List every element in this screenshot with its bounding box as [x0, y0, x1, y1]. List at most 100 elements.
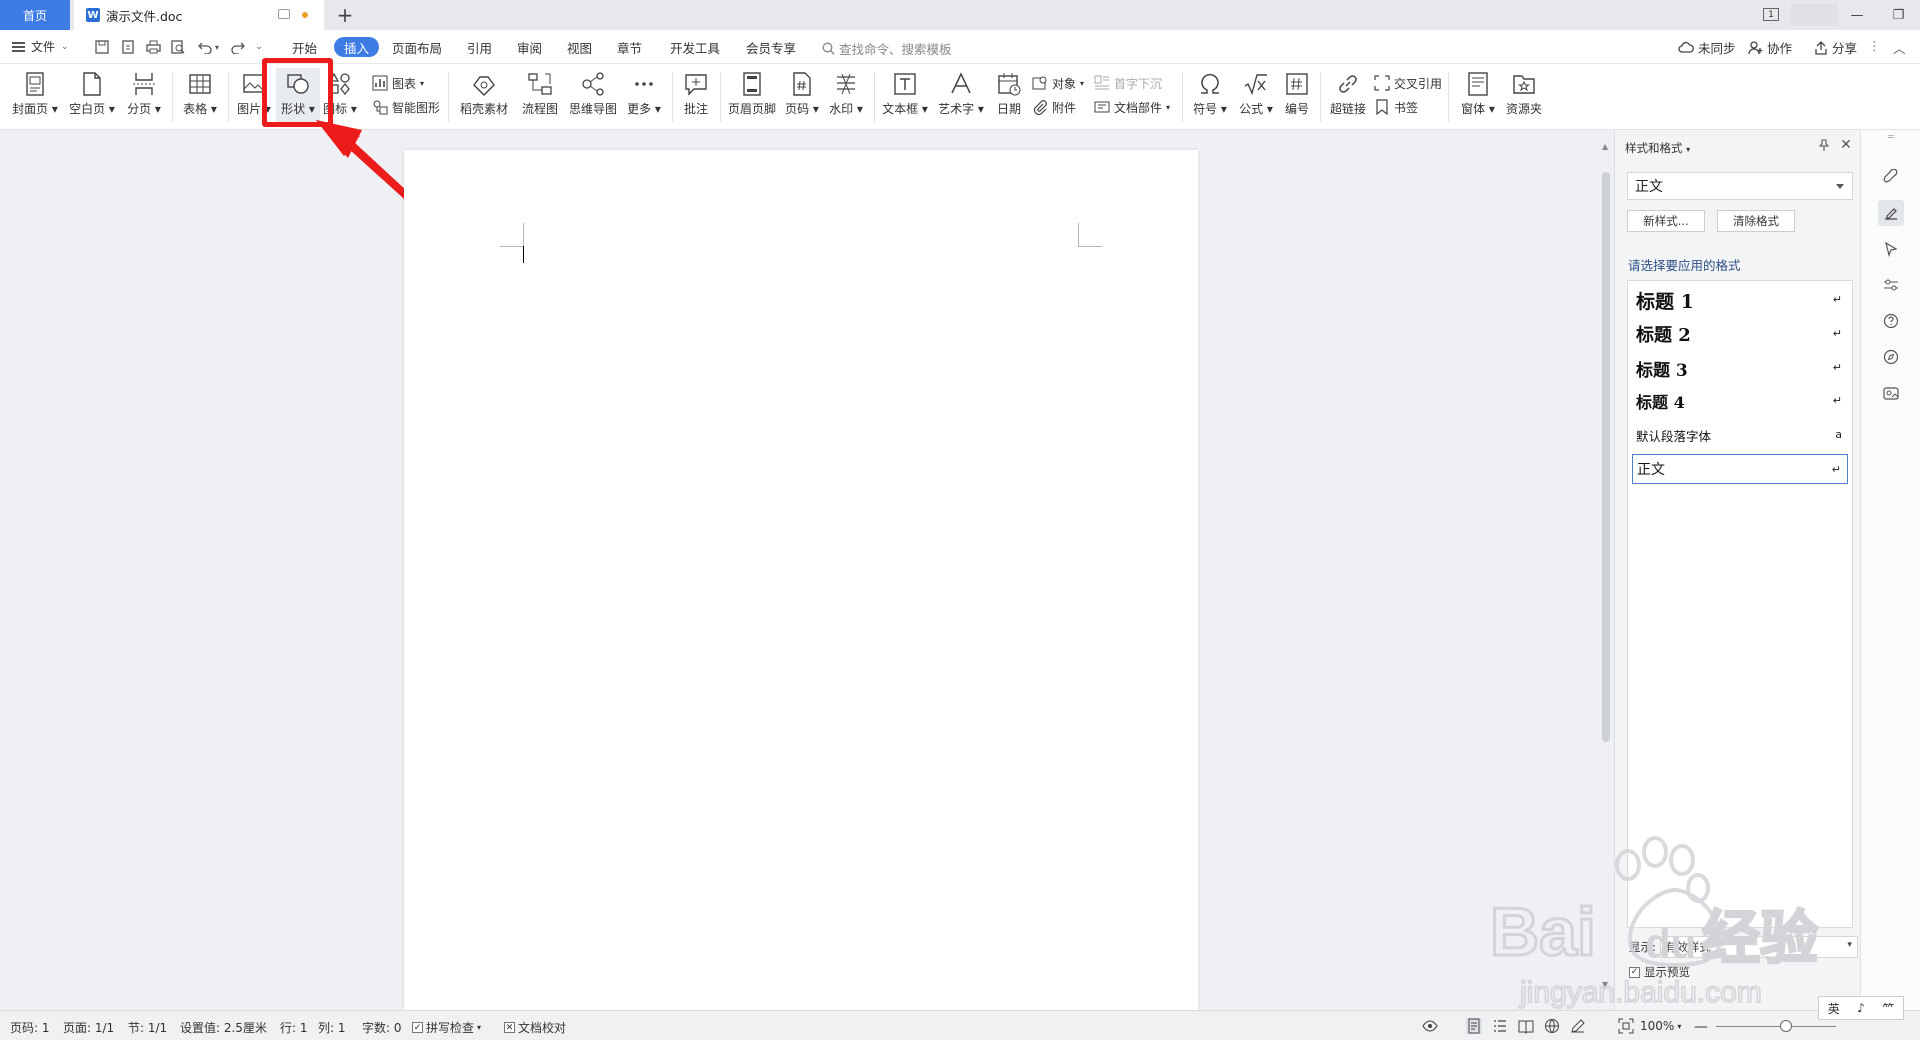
save-icon[interactable] — [94, 39, 110, 55]
cross-reference-button[interactable]: 交叉引用 — [1374, 72, 1442, 94]
style-item-normal[interactable]: 正文 ↵ — [1632, 454, 1848, 484]
status-setting-value[interactable]: 设置值: 2.5厘米 — [180, 1019, 267, 1036]
pin-icon[interactable] — [1817, 138, 1831, 152]
new-style-button[interactable]: 新样式... — [1627, 210, 1705, 232]
redo-icon[interactable] — [230, 39, 246, 55]
page-number-button[interactable]: 页码 ▾ — [782, 68, 822, 124]
style-format-icon[interactable] — [1878, 200, 1904, 226]
scroll-thumb[interactable] — [1602, 172, 1610, 742]
comment-button[interactable]: 批注 — [678, 68, 714, 124]
numbering-button[interactable]: 编号 — [1280, 68, 1314, 124]
write-mode-icon[interactable] — [1570, 1018, 1586, 1034]
zoom-slider-handle[interactable] — [1780, 1020, 1792, 1032]
wordart-button[interactable]: 艺术字 ▾ — [936, 68, 986, 124]
status-col[interactable]: 列: 1 — [318, 1019, 346, 1036]
form-button[interactable]: 窗体 ▾ — [1456, 68, 1500, 124]
proofread-button[interactable]: ✕ 文档校对 — [504, 1019, 566, 1036]
image-tools-icon[interactable] — [1878, 380, 1904, 406]
help-icon[interactable] — [1878, 308, 1904, 334]
zoom-slider[interactable] — [1716, 1026, 1836, 1027]
formula-button[interactable]: 公式 ▾ — [1234, 68, 1278, 124]
status-pages[interactable]: 页面: 1/1 — [63, 1019, 114, 1036]
attachment-button[interactable]: 附件 — [1032, 96, 1076, 118]
styles-panel-title[interactable]: 样式和格式 ▾ — [1625, 140, 1690, 156]
command-search[interactable]: 查找命令、搜索模板 — [822, 39, 952, 58]
vertical-scrollbar[interactable]: ▲ ▼ — [1600, 140, 1612, 1010]
undo-icon[interactable] — [197, 39, 213, 55]
show-preview-checkbox[interactable]: ✓ — [1629, 966, 1640, 978]
mindmap-button[interactable]: 思维导图 — [566, 68, 620, 124]
style-item-heading-2[interactable]: 标题 2 ↵ — [1632, 319, 1848, 349]
customize-quick-access-icon[interactable]: ⌄ — [254, 39, 264, 55]
date-button[interactable]: 日期 — [992, 68, 1026, 124]
tab-page-layout[interactable]: 页面布局 — [386, 37, 448, 57]
cover-page-button[interactable]: 封面页 ▾ — [10, 68, 60, 124]
web-view-icon[interactable] — [1544, 1018, 1560, 1034]
outline-view-icon[interactable] — [1492, 1018, 1508, 1034]
status-word-count[interactable]: 字数: 0 — [362, 1019, 402, 1036]
status-row[interactable]: 行: 1 — [280, 1019, 308, 1036]
window-count-badge[interactable]: 1 — [1763, 8, 1779, 21]
status-page-code[interactable]: 页码: 1 — [10, 1019, 50, 1036]
current-style-select[interactable]: 正文 — [1627, 172, 1853, 200]
zoom-level-select[interactable]: 100% ▾ — [1640, 1019, 1681, 1033]
rocket-icon[interactable] — [1878, 164, 1904, 190]
clear-format-button[interactable]: 清除格式 — [1717, 210, 1795, 232]
symbol-button[interactable]: 符号 ▾ — [1188, 68, 1232, 124]
spell-check-button[interactable]: ✓ 拼写检查 ▾ — [412, 1019, 481, 1036]
tab-home[interactable]: 开始 — [286, 37, 323, 57]
reading-view-icon[interactable] — [1518, 1018, 1534, 1034]
header-footer-button[interactable]: 页眉页脚 — [724, 68, 780, 124]
share-button[interactable]: 分享 — [1814, 38, 1857, 57]
flowchart-button[interactable]: 流程图 — [518, 68, 562, 124]
select-cursor-icon[interactable] — [1878, 236, 1904, 262]
bookmark-button[interactable]: 书签 — [1374, 96, 1418, 118]
document-page[interactable] — [404, 150, 1198, 1010]
watermark-button[interactable]: 水印 ▾ — [826, 68, 866, 124]
object-button[interactable]: 对象 ▾ — [1032, 72, 1084, 94]
home-tab[interactable]: 首页 — [0, 0, 70, 30]
input-method-indicator[interactable]: 英 ♪ ⺮ — [1818, 996, 1904, 1020]
tab-developer[interactable]: 开发工具 — [664, 37, 726, 57]
hyperlink-button[interactable]: 超链接 — [1326, 68, 1370, 124]
table-button[interactable]: 表格 ▾ — [178, 68, 222, 124]
zoom-out-button[interactable]: — — [1694, 1019, 1708, 1035]
tab-references[interactable]: 引用 — [461, 37, 498, 57]
style-item-heading-4[interactable]: 标题 4 ↵ — [1632, 386, 1848, 416]
eye-protection-icon[interactable] — [1422, 1018, 1438, 1034]
sync-button[interactable]: 未同步 — [1678, 38, 1736, 57]
page-break-button[interactable]: 分页 ▾ — [122, 68, 166, 124]
print-icon[interactable] — [145, 39, 161, 55]
float-window-icon[interactable] — [278, 9, 290, 19]
tab-review[interactable]: 审阅 — [511, 37, 548, 57]
new-tab-button[interactable]: + — [332, 2, 358, 28]
docer-material-button[interactable]: 稻壳素材 — [456, 68, 512, 124]
drop-cap-button[interactable]: 首字下沉 — [1094, 72, 1162, 94]
more-menu-icon[interactable]: ⋮ — [1868, 38, 1881, 53]
tab-insert[interactable]: 插入 — [334, 37, 380, 57]
close-icon[interactable]: ✕ — [1839, 137, 1853, 153]
chart-button[interactable]: 图表 ▾ — [372, 72, 424, 94]
show-preview-option[interactable]: ✓ 显示预览 — [1629, 964, 1690, 980]
collaborate-button[interactable]: 协作 — [1748, 38, 1792, 57]
compass-icon[interactable] — [1878, 344, 1904, 370]
document-parts-button[interactable]: 文档部件 ▾ — [1094, 96, 1170, 118]
scroll-up-icon[interactable]: ▲ — [1602, 142, 1608, 151]
document-tab[interactable]: W 演示文件.doc — [74, 0, 324, 30]
tab-chapter[interactable]: 章节 — [611, 37, 648, 57]
more-button[interactable]: 更多 ▾ — [624, 68, 664, 124]
tab-member[interactable]: 会员专享 — [740, 37, 802, 57]
export-pdf-icon[interactable] — [120, 39, 136, 55]
status-section[interactable]: 节: 1/1 — [128, 1019, 167, 1036]
style-item-default-paragraph-font[interactable]: 默认段落字体 a — [1632, 420, 1848, 450]
collapse-ribbon-icon[interactable]: ︿ — [1893, 38, 1906, 57]
style-item-heading-1[interactable]: 标题 1 ↵ — [1632, 285, 1848, 315]
minimize-button[interactable]: — — [1837, 0, 1877, 30]
style-item-heading-3[interactable]: 标题 3 ↵ — [1632, 353, 1848, 383]
scroll-down-icon[interactable]: ▼ — [1602, 980, 1608, 989]
blank-page-button[interactable]: 空白页 ▾ — [66, 68, 118, 124]
restore-button[interactable]: ❐ — [1877, 0, 1920, 30]
resource-folder-button[interactable]: 资源夹 — [1502, 68, 1546, 124]
file-menu[interactable]: 文件 ⌄ — [12, 38, 69, 55]
tab-view[interactable]: 视图 — [561, 37, 598, 57]
